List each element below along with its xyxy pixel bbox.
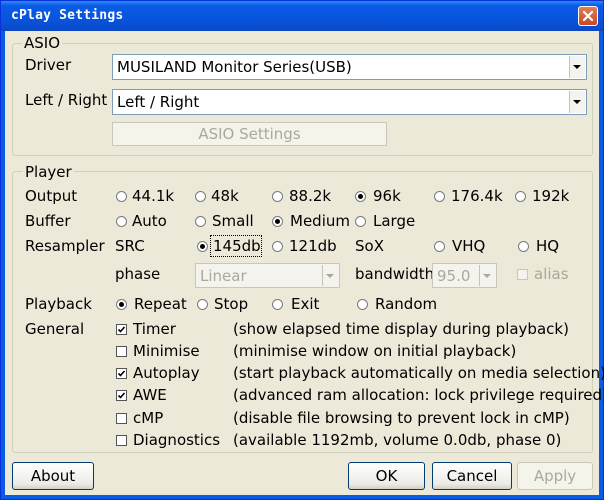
- chevron-down-icon: [326, 273, 334, 278]
- output-96k-label[interactable]: 96k: [373, 187, 401, 205]
- awe-label[interactable]: AWE: [133, 386, 167, 404]
- bandwidth-label: bandwidth: [355, 265, 435, 283]
- buffer-large-radio[interactable]: [355, 216, 366, 227]
- player-legend: Player: [23, 163, 74, 181]
- asio-legend: ASIO: [22, 34, 63, 52]
- channels-label: Left / Right: [25, 91, 108, 109]
- cmp-description: (disable file browsing to prevent lock i…: [233, 409, 570, 427]
- buffer-medium-radio[interactable]: [272, 216, 283, 227]
- playback-exit-radio[interactable]: [272, 299, 283, 310]
- general-label: General: [25, 320, 85, 338]
- checkmark-icon: [117, 370, 126, 377]
- alias-label[interactable]: alias: [534, 265, 569, 283]
- chevron-down-icon: [483, 273, 491, 278]
- output-192k-radio[interactable]: [515, 191, 526, 202]
- autoplay-description: (start playback automatically on media s…: [233, 364, 604, 382]
- src-145db-label[interactable]: 145db: [213, 237, 261, 255]
- timer-label[interactable]: Timer: [133, 320, 176, 338]
- minimise-label[interactable]: Minimise: [133, 342, 200, 360]
- about-button[interactable]: About: [12, 462, 94, 490]
- output-96k-radio[interactable]: [355, 191, 366, 202]
- playback-random-radio[interactable]: [357, 299, 368, 310]
- output-44k-label[interactable]: 44.1k: [132, 187, 174, 205]
- checkmark-icon: [117, 392, 126, 399]
- apply-button[interactable]: Apply: [517, 462, 593, 490]
- timer-description: (show elapsed time display during playba…: [233, 320, 569, 338]
- minimise-checkbox[interactable]: [116, 346, 127, 357]
- driver-dropdown-button[interactable]: [569, 56, 585, 78]
- channels-select[interactable]: Left / Right: [112, 89, 587, 115]
- diagnostics-description: (available 1192mb, volume 0.0db, phase 0…: [233, 431, 562, 449]
- output-192k-label[interactable]: 192k: [532, 187, 569, 205]
- minimise-description: (minimise window on initial playback): [233, 342, 517, 360]
- output-48k-label[interactable]: 48k: [211, 187, 239, 205]
- alias-checkbox[interactable]: [517, 269, 528, 280]
- buffer-large-label[interactable]: Large: [373, 212, 415, 230]
- buffer-medium-label[interactable]: Medium: [290, 212, 350, 230]
- output-label: Output: [25, 187, 78, 205]
- awe-description: (advanced ram allocation: lock privilege…: [233, 386, 604, 404]
- output-176k-radio[interactable]: [434, 191, 445, 202]
- playback-repeat-label[interactable]: Repeat: [134, 295, 187, 313]
- channels-value: Left / Right: [117, 93, 200, 111]
- autoplay-label[interactable]: Autoplay: [133, 364, 200, 382]
- autoplay-checkbox[interactable]: [116, 368, 127, 379]
- phase-select[interactable]: Linear: [195, 263, 340, 288]
- sox-vhq-radio[interactable]: [434, 241, 445, 252]
- playback-label: Playback: [25, 295, 92, 313]
- diagnostics-checkbox[interactable]: [116, 435, 127, 446]
- timer-checkbox[interactable]: [116, 324, 127, 335]
- src-121db-label[interactable]: 121db: [289, 237, 337, 255]
- chevron-down-icon: [573, 100, 581, 104]
- diagnostics-label[interactable]: Diagnostics: [133, 431, 220, 449]
- playback-repeat-radio[interactable]: [116, 299, 127, 310]
- phase-label: phase: [115, 265, 161, 283]
- buffer-small-radio[interactable]: [195, 216, 206, 227]
- playback-stop-radio[interactable]: [197, 299, 208, 310]
- ok-button[interactable]: OK: [348, 462, 425, 490]
- src-121db-radio[interactable]: [272, 241, 283, 252]
- cmp-label[interactable]: cMP: [133, 409, 163, 427]
- title-bar[interactable]: cPlay Settings: [1, 1, 603, 31]
- buffer-auto-radio[interactable]: [116, 216, 127, 227]
- asio-settings-button[interactable]: ASIO Settings: [112, 122, 387, 146]
- checkmark-icon: [117, 326, 126, 333]
- phase-dropdown-button[interactable]: [322, 265, 338, 286]
- bandwidth-value: 95.0: [437, 267, 471, 285]
- bandwidth-dropdown-button[interactable]: [479, 265, 495, 286]
- sox-label: SoX: [355, 237, 384, 255]
- resampler-label: Resampler: [25, 237, 105, 255]
- buffer-small-label[interactable]: Small: [212, 212, 254, 230]
- sox-hq-label[interactable]: HQ: [536, 237, 559, 255]
- src-label: SRC: [115, 237, 145, 255]
- driver-label: Driver: [25, 56, 72, 74]
- output-88k-radio[interactable]: [272, 191, 283, 202]
- sox-vhq-label[interactable]: VHQ: [452, 237, 485, 255]
- output-176k-label[interactable]: 176.4k: [451, 187, 503, 205]
- window-title: cPlay Settings: [11, 8, 124, 23]
- chevron-down-icon: [573, 65, 581, 69]
- output-48k-radio[interactable]: [195, 191, 206, 202]
- dialog-body: ASIO Driver MUSILAND Monitor Series(USB)…: [5, 31, 604, 495]
- buffer-auto-label[interactable]: Auto: [132, 212, 167, 230]
- close-button[interactable]: [578, 6, 598, 26]
- driver-select[interactable]: MUSILAND Monitor Series(USB): [112, 54, 587, 80]
- playback-stop-label[interactable]: Stop: [214, 295, 248, 313]
- playback-random-label[interactable]: Random: [375, 295, 437, 313]
- output-44k-radio[interactable]: [116, 191, 127, 202]
- driver-value: MUSILAND Monitor Series(USB): [117, 58, 352, 76]
- awe-checkbox[interactable]: [116, 390, 127, 401]
- sox-hq-radio[interactable]: [518, 241, 529, 252]
- src-145db-radio[interactable]: [197, 241, 208, 252]
- buffer-label: Buffer: [25, 212, 71, 230]
- settings-window: cPlay Settings ASIO Driver MUSILAND Moni…: [0, 0, 604, 500]
- phase-value: Linear: [200, 267, 247, 285]
- playback-exit-label[interactable]: Exit: [291, 295, 319, 313]
- cancel-button[interactable]: Cancel: [432, 462, 512, 490]
- channels-dropdown-button[interactable]: [569, 91, 585, 113]
- close-icon: [582, 10, 594, 22]
- output-88k-label[interactable]: 88.2k: [289, 187, 331, 205]
- bandwidth-select[interactable]: 95.0: [432, 263, 497, 288]
- cmp-checkbox[interactable]: [116, 413, 127, 424]
